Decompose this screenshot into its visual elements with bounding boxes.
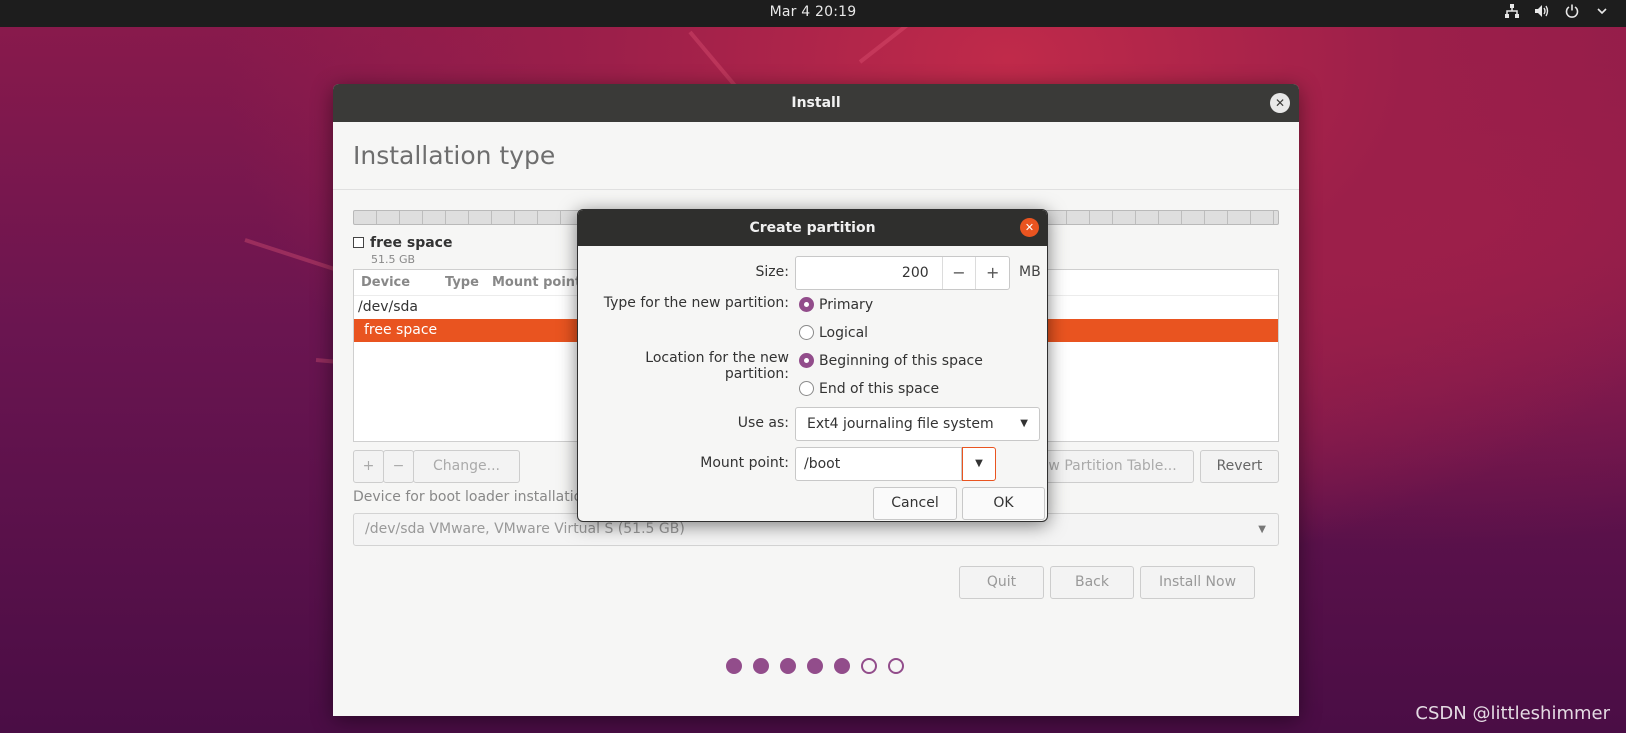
dialog-titlebar[interactable]: Create partition ✕ [578, 210, 1047, 246]
legend-name: free space [370, 235, 453, 251]
legend-size: 51.5 GB [371, 253, 416, 266]
progress-dot [888, 658, 904, 674]
create-partition-dialog: Create partition ✕ Size: 200 − + MB Type… [577, 209, 1048, 522]
progress-dot [861, 658, 877, 674]
quit-button[interactable]: Quit [959, 566, 1044, 599]
progress-dots [726, 658, 904, 674]
location-label: Location for the new partition: [645, 350, 789, 382]
divider [333, 189, 1299, 190]
watermark: CSDN @littleshimmer [1415, 703, 1610, 724]
bootloader-value: /dev/sda VMware, VMware Virtual S (51.5 … [365, 521, 685, 537]
progress-dot [834, 658, 850, 674]
close-icon[interactable]: ✕ [1270, 93, 1290, 113]
mount-point-input[interactable]: /boot [795, 447, 962, 481]
progress-dot [753, 658, 769, 674]
radio-beginning-label: Beginning of this space [819, 353, 983, 369]
top-bar: Mar 4 20:19 [0, 0, 1626, 27]
add-partition-button[interactable]: + [353, 450, 384, 483]
bootloader-label: Device for boot loader installation: [353, 489, 596, 505]
radio-logical[interactable]: Logical [799, 325, 868, 341]
radio-logical-label: Logical [819, 325, 869, 341]
progress-dot [726, 658, 742, 674]
window-title: Install [791, 95, 841, 111]
network-icon[interactable] [1504, 4, 1520, 22]
column-device[interactable]: Device [354, 275, 438, 290]
page-title: Installation type [353, 141, 556, 170]
power-icon[interactable] [1564, 4, 1580, 22]
clock[interactable]: Mar 4 20:19 [0, 4, 1626, 20]
system-tray[interactable] [1504, 4, 1610, 22]
ok-button[interactable]: OK [962, 487, 1045, 520]
back-button[interactable]: Back [1050, 566, 1134, 599]
size-unit: MB [1019, 264, 1041, 280]
window-titlebar[interactable]: Install ✕ [333, 84, 1299, 122]
dialog-title: Create partition [749, 220, 876, 236]
radio-beginning[interactable]: Beginning of this space [799, 353, 983, 369]
use-as-value: Ext4 journaling file system [807, 416, 994, 432]
install-now-button[interactable]: Install Now [1140, 566, 1255, 599]
cancel-button[interactable]: Cancel [873, 487, 957, 520]
column-type[interactable]: Type [438, 275, 485, 290]
chevron-down-icon: ▼ [975, 458, 983, 469]
use-as-label: Use as: [737, 415, 789, 431]
radio-end-label: End of this space [819, 381, 940, 397]
radio-primary[interactable]: Primary [799, 297, 873, 313]
close-icon[interactable]: ✕ [1020, 218, 1039, 237]
chevron-down-icon: ▼ [1020, 418, 1028, 429]
use-as-select[interactable]: Ext4 journaling file system ▼ [795, 407, 1040, 441]
radio-unselected-icon [799, 325, 814, 340]
remove-partition-button[interactable]: − [383, 450, 414, 483]
size-spinner[interactable]: 200 − + [795, 256, 1010, 290]
progress-dot [807, 658, 823, 674]
decrement-button[interactable]: − [941, 257, 976, 289]
size-input[interactable]: 200 [796, 257, 942, 289]
new-partition-table-label: New Partition Table... [1029, 458, 1177, 474]
size-label: Size: [755, 264, 789, 280]
radio-selected-icon [799, 297, 814, 312]
radio-end[interactable]: End of this space [799, 381, 939, 397]
mount-point-label: Mount point: [700, 455, 789, 471]
progress-dot [780, 658, 796, 674]
legend-swatch [353, 237, 364, 248]
revert-button[interactable]: Revert [1200, 450, 1279, 483]
radio-primary-label: Primary [819, 297, 874, 313]
volume-icon[interactable] [1534, 4, 1550, 22]
radio-selected-icon [799, 353, 814, 368]
change-partition-button[interactable]: Change... [413, 450, 520, 483]
partition-type-label: Type for the new partition: [603, 295, 789, 311]
increment-button[interactable]: + [975, 257, 1009, 289]
chevron-down-icon: ▼ [1258, 524, 1266, 535]
radio-unselected-icon [799, 381, 814, 396]
chevron-down-icon[interactable] [1594, 4, 1610, 22]
mount-point-dropdown-button[interactable]: ▼ [962, 447, 996, 481]
disk-legend: free space 51.5 GB [353, 232, 452, 266]
